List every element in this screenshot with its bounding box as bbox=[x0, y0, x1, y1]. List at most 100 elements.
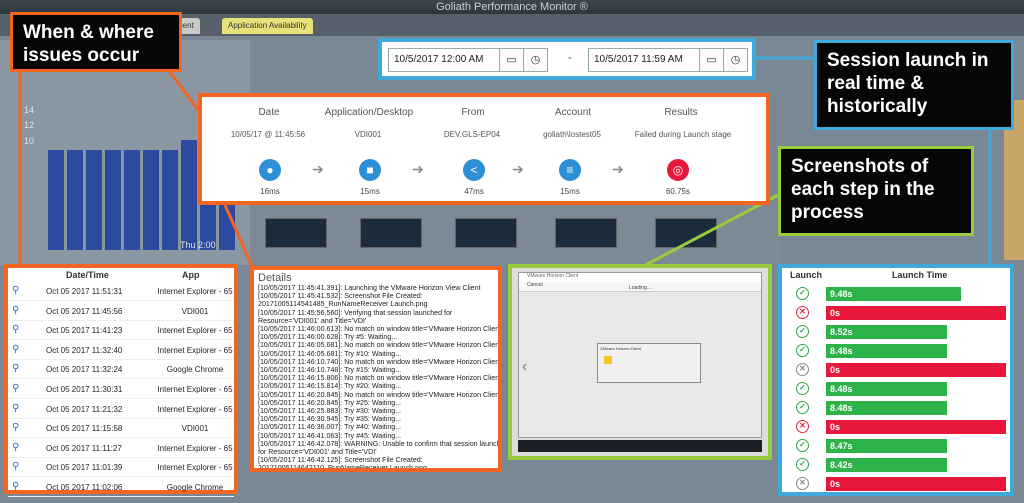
prev-arrow-icon[interactable]: ‹ bbox=[522, 358, 527, 376]
connector-green bbox=[639, 193, 779, 270]
row-date: Oct 05 2017 11:32:40 bbox=[46, 345, 123, 355]
dialog-title: VMware Horizon Client bbox=[600, 346, 641, 351]
launch-row[interactable]: ✕ 0s bbox=[782, 360, 1010, 379]
launch-time-bar: 8.48s bbox=[826, 382, 947, 396]
start-date-input[interactable]: 10/5/2017 12:00 AM ▭ ◷ bbox=[388, 48, 548, 72]
launch-time-bar: 0s bbox=[826, 477, 1006, 491]
log-line: [10/05/2017 11:46:30.945]: Try #35: Wait… bbox=[258, 415, 402, 424]
step-time: 47ms bbox=[464, 187, 484, 196]
log-line: 20171005114642110_RunNameReceiver Launch… bbox=[258, 464, 427, 472]
search-icon[interactable]: ⚲ bbox=[12, 363, 19, 374]
table-row[interactable]: ⚲ Oct 05 2017 11:32:24 Google Chrome bbox=[8, 360, 234, 380]
target-icon: ◎ bbox=[667, 159, 689, 181]
row-date: Oct 05 2017 11:21:32 bbox=[46, 404, 123, 414]
launch-row[interactable]: ✓ 8.48s bbox=[782, 341, 1010, 360]
search-icon[interactable]: ⚲ bbox=[12, 344, 19, 355]
table-row[interactable]: ⚲ Oct 05 2017 11:51:31 Internet Explorer -… bbox=[8, 282, 234, 301]
loading-text: Loading... bbox=[629, 285, 651, 291]
search-icon[interactable]: ⚲ bbox=[12, 442, 19, 453]
launch-time-bar: 8.42s bbox=[826, 458, 947, 472]
log-line: [10/05/2017 11:46:00.628]: Try #5: Waiti… bbox=[258, 333, 398, 342]
value-application: VDI001 bbox=[354, 130, 382, 139]
launch-row[interactable]: ✓ 8.48s bbox=[782, 379, 1010, 398]
details-log: Details [10/05/2017 11:45:41.391]: Launc… bbox=[250, 266, 502, 472]
col-app: App bbox=[182, 270, 200, 280]
launch-row[interactable]: ✕ 0s bbox=[782, 417, 1010, 436]
row-date: Oct 05 2017 11:45:56 bbox=[46, 306, 123, 316]
row-app: Google Chrome bbox=[166, 365, 224, 375]
screenshot-window: VMware Horizon Client Cancel Loading... … bbox=[518, 272, 762, 438]
table-row[interactable]: ⚲ Oct 05 2017 11:30:31 Internet Explorer -… bbox=[8, 380, 234, 399]
log-line: [10/05/2017 11:46:10.748]: Try #15: Wait… bbox=[258, 366, 402, 375]
clock-icon[interactable]: ◷ bbox=[523, 49, 547, 71]
table-row[interactable]: ⚲ Oct 05 2017 11:01:39 Internet Explorer -… bbox=[8, 458, 234, 478]
launch-row[interactable]: ✓ 8.52s bbox=[782, 322, 1010, 341]
col-datetime: Date/Time bbox=[66, 270, 109, 280]
log-line: [10/05/2017 11:46:20.845]: No match on w… bbox=[258, 390, 502, 399]
launch-row[interactable]: ✓ 8.47s bbox=[782, 436, 1010, 455]
x-circle-gray-icon: ✕ bbox=[796, 477, 809, 490]
search-icon[interactable]: ⚲ bbox=[12, 324, 19, 335]
launch-time-bar: 8.48s bbox=[826, 344, 947, 358]
row-date: Oct 05 2017 11:32:24 bbox=[46, 365, 123, 375]
window-title: VMware Horizon Client bbox=[519, 273, 761, 282]
row-app: Internet Explorer - 65 bbox=[157, 345, 233, 355]
row-app: Internet Explorer - 65 bbox=[157, 385, 233, 394]
row-app: Internet Explorer - 65 bbox=[157, 326, 233, 336]
header-from: From bbox=[461, 107, 485, 118]
log-line: [10/05/2017 11:45:41.391]: Launching the… bbox=[258, 284, 481, 292]
table-row[interactable]: ⚲ Oct 05 2017 11:21:32 Internet Explorer -… bbox=[8, 400, 234, 419]
search-icon[interactable]: ⚲ bbox=[12, 461, 19, 472]
row-date: Oct 05 2017 11:02:06 bbox=[46, 483, 123, 492]
search-icon[interactable]: ⚲ bbox=[12, 383, 19, 394]
header-date: Date bbox=[258, 107, 280, 118]
check-circle-icon: ✓ bbox=[796, 458, 809, 471]
search-icon[interactable]: ⚲ bbox=[12, 285, 19, 296]
step-target[interactable]: ◎ 60.75s bbox=[648, 159, 708, 196]
row-date: Oct 05 2017 11:30:31 bbox=[46, 385, 123, 394]
x-circle-gray-icon: ✕ bbox=[796, 363, 809, 376]
launch-row[interactable]: ✓ 9.48s bbox=[782, 284, 1010, 303]
launch-row[interactable]: ✕ 0s bbox=[782, 474, 1010, 493]
step-lock[interactable]: ■ 15ms bbox=[340, 159, 400, 196]
launch-row[interactable]: ✕ 0s bbox=[782, 303, 1010, 322]
log-line: Resource='VDI001' and Title='VDI' bbox=[258, 316, 367, 325]
launch-time-bar: 0s bbox=[826, 306, 1006, 320]
search-icon[interactable]: ⚲ bbox=[12, 305, 19, 316]
log-line: [10/05/2017 11:45:56.560]: Verifying tha… bbox=[258, 308, 453, 317]
calendar-icon[interactable]: ▭ bbox=[699, 49, 723, 71]
date-range-picker: 10/5/2017 12:00 AM ▭ ◷ - 10/5/2017 11:59… bbox=[378, 38, 756, 80]
row-date: Oct 05 2017 11:11:27 bbox=[46, 443, 122, 453]
step-share[interactable]: <47ms bbox=[444, 159, 504, 196]
col-launch-time: Launch Time bbox=[892, 270, 948, 280]
log-line: [10/05/2017 11:46:25.883]: Try #30: Wait… bbox=[258, 407, 402, 416]
table-row[interactable]: ⚲ Oct 05 2017 11:15:58 VDI001 bbox=[8, 419, 234, 439]
table-row[interactable]: ⚲ Oct 05 2017 11:45:56 VDI001 bbox=[8, 302, 234, 321]
step-time: 60.75s bbox=[665, 187, 691, 196]
log-line: [10/05/2017 11:46:36.007]: Try #40: Wait… bbox=[258, 423, 402, 432]
table-row[interactable]: ⚲ Oct 05 2017 11:11:27 Internet Explorer -… bbox=[8, 439, 234, 458]
table-row[interactable]: ⚲ Oct 05 2017 11:32:40 Internet Explorer -… bbox=[8, 341, 234, 360]
launch-row[interactable]: ✓ 8.48s bbox=[782, 398, 1010, 417]
launch-row[interactable]: ✓ 8.42s bbox=[782, 455, 1010, 474]
end-date-input[interactable]: 10/5/2017 11:59 AM ▭ ◷ bbox=[588, 48, 748, 72]
row-app: Internet Explorer - 65 bbox=[157, 463, 233, 473]
row-date: Oct 05 2017 11:51:31 bbox=[46, 287, 123, 296]
step-database[interactable]: ≡ 15ms bbox=[540, 159, 600, 196]
value-account: goliath\lostest05 bbox=[543, 130, 601, 139]
table-row[interactable]: ⚲ Oct 05 2017 11:02:06 Google Chrome bbox=[8, 478, 234, 497]
search-icon[interactable]: ⚲ bbox=[12, 403, 19, 414]
screenshot-stage: Goliath Performance Monitor ® ...agement… bbox=[0, 0, 1024, 503]
table-row[interactable]: ⚲ Oct 05 2017 11:41:23 Internet Explorer -… bbox=[8, 321, 234, 341]
lock-icon: ■ bbox=[359, 159, 381, 181]
clock-icon[interactable]: ◷ bbox=[723, 49, 747, 71]
search-icon[interactable]: ⚲ bbox=[12, 481, 19, 492]
log-line: [10/05/2017 11:45:41.532]: Screenshot Fi… bbox=[258, 292, 423, 301]
row-app: Internet Explorer - 65 bbox=[157, 287, 233, 296]
search-icon[interactable]: ⚲ bbox=[12, 422, 19, 433]
calendar-icon[interactable]: ▭ bbox=[499, 49, 523, 71]
step-user[interactable]: ● 16ms bbox=[240, 159, 300, 196]
log-line: [10/05/2017 11:46:05.681]: Try #10: Wait… bbox=[258, 349, 402, 358]
step-screenshot[interactable]: VMware Horizon Client Cancel Loading... … bbox=[508, 264, 772, 460]
session-table: Date/Time App ⚲ Oct 05 2017 11:51:31 Inter… bbox=[4, 264, 238, 497]
